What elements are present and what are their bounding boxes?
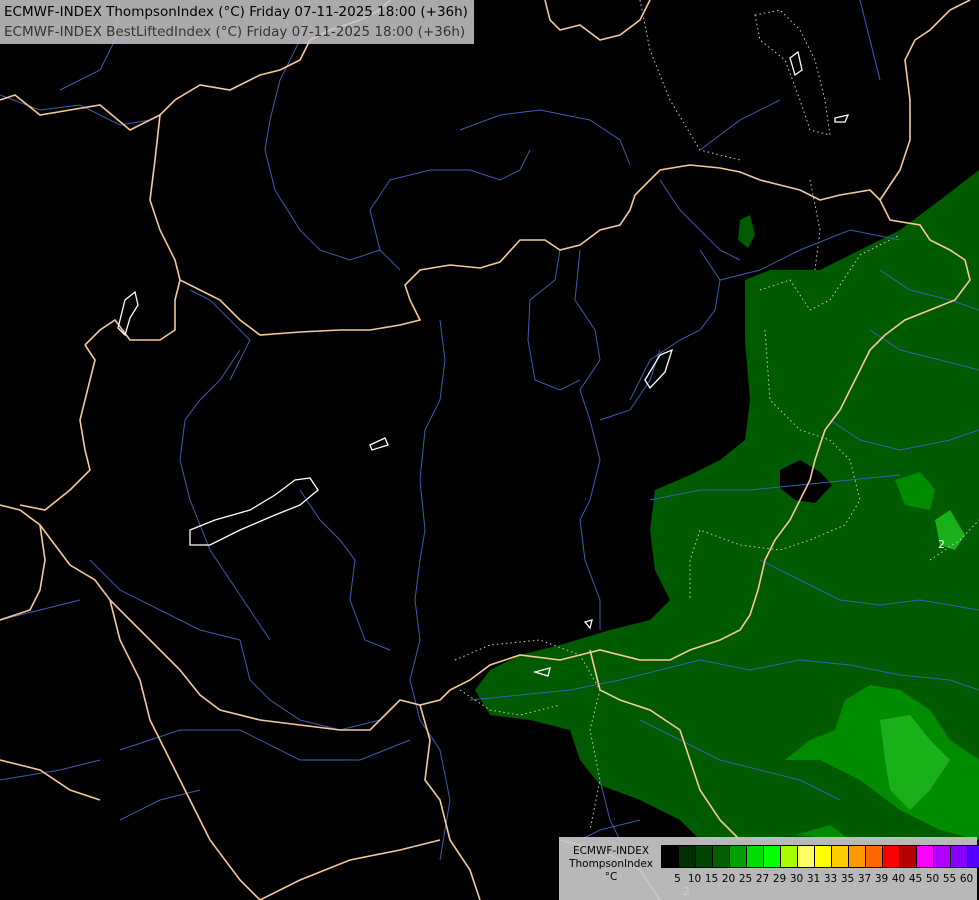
legend-swatch — [832, 846, 849, 867]
legend-swatch — [679, 846, 696, 867]
legend-tick-label: 40 — [891, 873, 906, 885]
legend-swatch — [662, 846, 679, 867]
legend-tick-label: 39 — [874, 873, 889, 885]
legend-tick-label: 60 — [959, 873, 974, 885]
legend-swatch — [951, 846, 968, 867]
legend-tick-label: 45 — [908, 873, 923, 885]
legend-swatch — [934, 846, 951, 867]
legend-unit: °C — [604, 871, 618, 883]
legend-swatch — [883, 846, 900, 867]
legend-tick-label: 33 — [823, 873, 838, 885]
legend-swatch — [781, 846, 798, 867]
title-line-thompson: ECMWF-INDEX ThompsonIndex (°C) Friday 07… — [4, 4, 468, 20]
legend-swatch — [730, 846, 747, 867]
legend-tick-label: 55 — [942, 873, 957, 885]
legend-tick-label: 50 — [925, 873, 940, 885]
legend-tick-label: 30 — [789, 873, 804, 885]
legend-swatches — [661, 845, 979, 868]
legend-tick-label: 31 — [806, 873, 821, 885]
color-legend: ECMWF-INDEX ThompsonIndex °C 5 10 15 20 25 27… — [559, 837, 979, 900]
legend-swatch — [866, 846, 883, 867]
legend-swatch — [713, 846, 730, 867]
legend-tick-label: 29 — [772, 873, 787, 885]
legend-swatch — [696, 846, 713, 867]
legend-model: ECMWF-INDEX — [572, 845, 650, 857]
legend-tick-label: 20 — [721, 873, 736, 885]
legend-parameter: ThompsonIndex — [569, 858, 653, 870]
legend-ticks: 5 10 15 20 25 27 29 30 31 33 35 37 39 40 45 50 55 60 — [661, 873, 975, 887]
map-title-box: ECMWF-INDEX ThompsonIndex (°C) Friday 07… — [0, 0, 474, 44]
legend-tick-label: 10 — [687, 873, 702, 885]
contour-label-east: 2 — [938, 538, 945, 551]
legend-tick-label: 27 — [755, 873, 770, 885]
legend-tick-label: 5 — [674, 873, 681, 885]
legend-tick-label: 15 — [704, 873, 719, 885]
legend-swatch — [747, 846, 764, 867]
legend-swatch — [764, 846, 781, 867]
legend-swatch — [917, 846, 934, 867]
legend-labels: ECMWF-INDEX ThompsonIndex °C — [563, 845, 659, 884]
legend-tick-label: 37 — [857, 873, 872, 885]
legend-swatch — [798, 846, 815, 867]
legend-tick-label: 35 — [840, 873, 855, 885]
title-line-bestlifted: ECMWF-INDEX BestLiftedIndex (°C) Friday … — [4, 24, 466, 40]
legend-swatch — [968, 846, 979, 867]
legend-swatch — [815, 846, 832, 867]
legend-swatch — [849, 846, 866, 867]
weather-map: 2 2 — [0, 0, 979, 900]
legend-swatch — [900, 846, 917, 867]
legend-tick-label: 25 — [738, 873, 753, 885]
